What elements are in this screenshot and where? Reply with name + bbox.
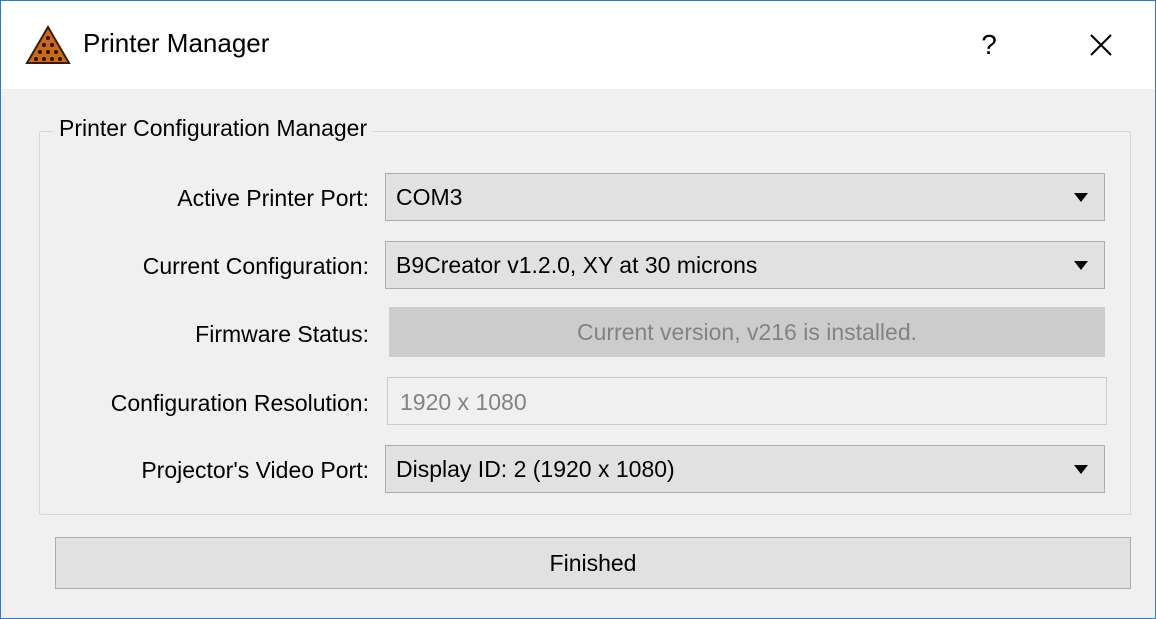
video-port-value: Display ID: 2 (1920 x 1080): [396, 456, 675, 482]
configuration-resolution-field: 1920 x 1080: [387, 377, 1107, 425]
window-title: Printer Manager: [83, 28, 270, 58]
groupbox-title: Printer Configuration Manager: [53, 115, 374, 142]
current-configuration-value: B9Creator v1.2.0, XY at 30 microns: [396, 252, 758, 278]
b9-triangle-icon: [25, 25, 71, 64]
active-port-dropdown[interactable]: COM3: [385, 173, 1105, 221]
firmware-status-label: Firmware Status:: [195, 321, 369, 347]
finished-button[interactable]: Finished: [55, 537, 1131, 589]
active-port-label: Active Printer Port:: [177, 185, 369, 211]
configuration-resolution-value: 1920 x 1080: [400, 389, 527, 415]
title-bar: Printer Manager ?: [1, 1, 1155, 89]
chevron-down-icon: [1074, 465, 1088, 474]
chevron-down-icon: [1074, 261, 1088, 270]
active-port-value: COM3: [396, 184, 463, 210]
video-port-label: Projector's Video Port:: [141, 457, 369, 483]
close-button[interactable]: [1071, 15, 1131, 75]
current-configuration-dropdown[interactable]: B9Creator v1.2.0, XY at 30 microns: [385, 241, 1105, 289]
close-icon: [1090, 34, 1112, 56]
configuration-resolution-label: Configuration Resolution:: [110, 390, 369, 416]
video-port-dropdown[interactable]: Display ID: 2 (1920 x 1080): [385, 445, 1105, 493]
printer-manager-window: Printer Manager ? Printer Configuration …: [0, 0, 1156, 619]
chevron-down-icon: [1074, 193, 1088, 202]
help-button[interactable]: ?: [961, 15, 1017, 75]
firmware-status-button: Current version, v216 is installed.: [389, 307, 1105, 357]
current-configuration-label: Current Configuration:: [142, 253, 369, 279]
